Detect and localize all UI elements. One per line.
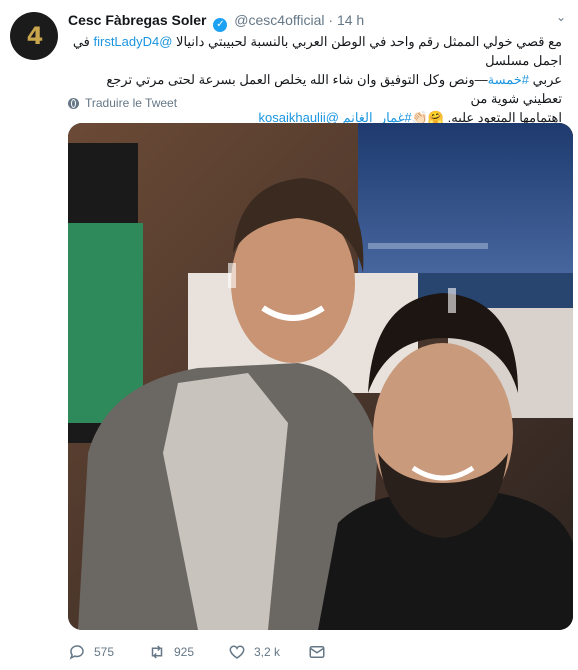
- tweet-photo[interactable]: [68, 123, 573, 630]
- tweet-timestamp[interactable]: 14 h: [337, 12, 364, 28]
- translate-tweet-link[interactable]: Traduire le Tweet: [68, 96, 177, 110]
- tweet-text-segment: مع قصي خولي الممثل رقم واحد في الوطن الع…: [172, 34, 562, 49]
- mention-link[interactable]: @firstLadyD4: [93, 34, 172, 49]
- tweet-text-segment: عربي: [529, 72, 562, 87]
- retweet-icon: [151, 645, 163, 659]
- separator-dot: ·: [328, 12, 334, 28]
- direct-message-button[interactable]: [308, 643, 326, 661]
- verified-badge-icon: ✓: [213, 18, 228, 32]
- like-count: 3,2 k: [254, 645, 281, 659]
- retweet-count: 925: [174, 645, 195, 659]
- tweet-card[interactable]: 4 Cesc Fàbregas Soler ✓ @cesc4official ·…: [0, 0, 578, 670]
- avatar-logo: 4: [26, 22, 44, 50]
- retweet-button[interactable]: 925: [148, 643, 194, 661]
- heart-icon: [229, 645, 245, 659]
- envelope-icon: [309, 646, 325, 658]
- hashtag-link[interactable]: #خمسة: [488, 72, 529, 87]
- globe-icon: [68, 97, 79, 109]
- author-name[interactable]: Cesc Fàbregas Soler: [68, 12, 207, 28]
- translate-label: Traduire le Tweet: [85, 96, 178, 110]
- avatar[interactable]: 4: [10, 12, 58, 60]
- tweet-header: Cesc Fàbregas Soler ✓ @cesc4official · 1…: [68, 10, 566, 32]
- reply-button[interactable]: 575: [68, 643, 114, 661]
- reply-count: 575: [94, 645, 115, 659]
- selfie-photo-illustration: [68, 123, 573, 630]
- tweet-text: مع قصي خولي الممثل رقم واحد في الوطن الع…: [68, 32, 562, 127]
- like-button[interactable]: 3,2 k: [228, 643, 280, 661]
- tweet-line-1: مع قصي خولي الممثل رقم واحد في الوطن الع…: [68, 32, 562, 70]
- chevron-down-icon[interactable]: ⌄: [556, 10, 566, 24]
- reply-icon: [69, 645, 84, 660]
- tweet-actions: 575 925 3,2 k: [68, 643, 562, 665]
- author-handle[interactable]: @cesc4official: [234, 12, 324, 28]
